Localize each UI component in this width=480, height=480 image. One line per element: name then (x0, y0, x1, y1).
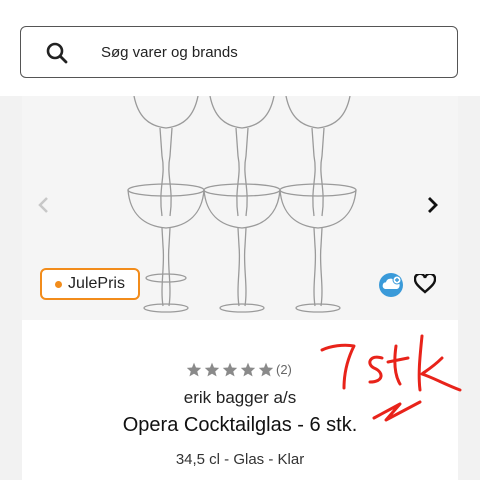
badge-label: JulePris (68, 275, 125, 292)
handwritten-annotation (320, 334, 462, 422)
julepris-badge: JulePris (40, 268, 140, 300)
search-input[interactable]: Søg varer og brands (101, 44, 238, 61)
search-icon (46, 42, 68, 64)
chevron-left-icon[interactable] (36, 196, 52, 214)
star-icon (240, 362, 256, 377)
badge-dot (55, 280, 63, 288)
star-icon (222, 362, 238, 377)
cloud-plus-icon[interactable] (378, 272, 404, 298)
top-bar: Søg varer og brands (0, 0, 480, 97)
star-icon (186, 362, 202, 377)
product-subtitle: 34,5 cl - Glas - Klar (175, 451, 305, 468)
heart-icon[interactable] (414, 274, 436, 294)
star-icon (204, 362, 220, 377)
chevron-right-icon[interactable] (424, 196, 440, 214)
rating-stars[interactable] (186, 362, 274, 377)
search-box[interactable]: Søg varer og brands (20, 26, 458, 78)
rating-count[interactable]: (2) (276, 362, 292, 377)
star-icon (258, 362, 274, 377)
